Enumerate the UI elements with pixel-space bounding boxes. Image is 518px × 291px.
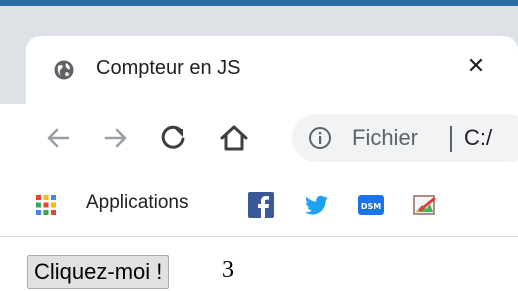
address-separator: [450, 126, 452, 152]
click-me-button[interactable]: Cliquez-moi !: [27, 255, 170, 289]
info-icon[interactable]: [308, 126, 332, 150]
active-tab[interactable]: Compteur en JS ✕: [26, 36, 518, 104]
arrow-left-icon[interactable]: [40, 120, 76, 156]
globe-icon: [54, 60, 74, 80]
bookmark-applications[interactable]: Applications: [86, 192, 188, 214]
tab-bar: Compteur en JS ✕: [0, 6, 518, 104]
apps-grid-icon[interactable]: [36, 195, 56, 215]
twitter-icon[interactable]: [304, 192, 330, 218]
arrow-right-icon[interactable]: [98, 120, 134, 156]
dsm-icon[interactable]: DSM: [358, 192, 384, 218]
svg-text:DSM: DSM: [361, 202, 381, 211]
click-counter: 3: [222, 257, 234, 283]
browser-window: Compteur en JS ✕ Fichier C:/ Application…: [0, 0, 518, 291]
address-scheme-label: Fichier: [352, 125, 419, 150]
edit-image-icon[interactable]: [412, 192, 438, 218]
reload-icon[interactable]: [155, 120, 191, 156]
browser-toolbar: Fichier C:/: [0, 104, 518, 176]
address-bar[interactable]: Fichier C:/: [292, 114, 518, 162]
bookmarks-bar: Applications DSM: [0, 176, 518, 237]
facebook-icon[interactable]: [248, 192, 274, 218]
home-icon[interactable]: [216, 120, 252, 156]
address-url[interactable]: C:/: [464, 125, 492, 151]
tab-title: Compteur en JS: [96, 57, 241, 79]
close-tab-icon[interactable]: ✕: [464, 53, 488, 81]
page-content: Cliquez-moi ! 3: [0, 237, 518, 291]
